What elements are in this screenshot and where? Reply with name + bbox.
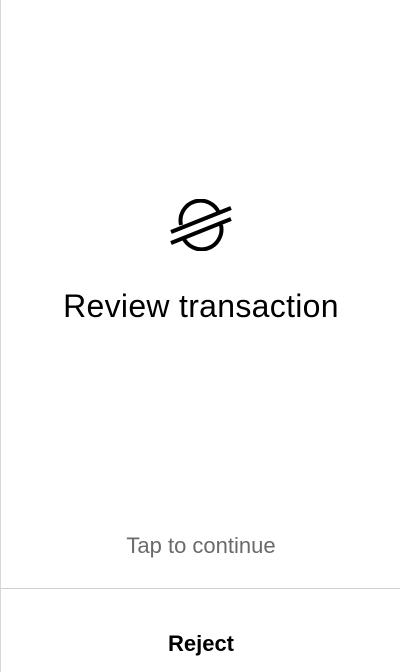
tap-to-continue-hint[interactable]: Tap to continue — [1, 531, 400, 561]
review-screen[interactable]: Review transaction Tap to continue Rejec… — [0, 0, 400, 672]
stellar-logo-icon — [170, 199, 232, 251]
reject-button[interactable]: Reject — [1, 589, 400, 672]
reject-button-label: Reject — [167, 630, 235, 656]
page-title: Review transaction — [63, 288, 339, 324]
